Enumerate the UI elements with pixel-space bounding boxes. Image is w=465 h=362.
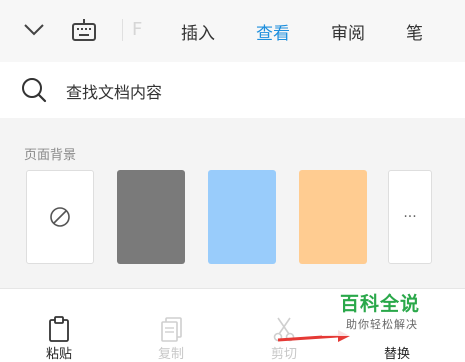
paste-button[interactable]: 粘贴	[19, 289, 99, 362]
copy-icon	[157, 315, 185, 343]
swatch-orange[interactable]	[299, 170, 367, 264]
more-icon: ···	[403, 209, 417, 225]
search-bar[interactable]: 查找文档内容	[0, 62, 465, 119]
clipboard-icon	[45, 315, 73, 343]
watermark-subtitle: 助你轻松解决	[346, 318, 418, 331]
chevron-down-icon[interactable]	[16, 12, 52, 48]
tab-view[interactable]: 查看	[256, 19, 290, 44]
top-toolbar: F 插入 查看 审阅 笔	[0, 0, 465, 63]
tab-pen[interactable]: 笔	[406, 19, 423, 44]
tab-partial[interactable]: F	[132, 19, 142, 40]
no-fill-icon	[50, 207, 70, 227]
swatch-gray[interactable]	[117, 170, 185, 264]
tab-review[interactable]: 审阅	[331, 19, 365, 44]
copy-button[interactable]: 复制	[131, 289, 211, 362]
more-swatches-button[interactable]: ···	[388, 170, 432, 264]
page-background-panel: 页面背景 ···	[0, 118, 465, 288]
toolbar-divider	[122, 19, 123, 41]
copy-label: 复制	[157, 347, 184, 362]
swatch-none[interactable]	[26, 170, 94, 264]
keyboard-icon[interactable]	[66, 12, 102, 48]
tab-insert[interactable]: 插入	[181, 19, 215, 44]
swatch-blue[interactable]	[208, 170, 276, 264]
search-input[interactable]: 查找文档内容	[66, 79, 162, 103]
replace-label: 替换	[383, 347, 410, 362]
paste-label: 粘贴	[45, 347, 72, 362]
section-title: 页面背景	[24, 148, 77, 163]
search-icon	[20, 76, 48, 104]
watermark-logo-text: 百科全说	[340, 293, 421, 315]
